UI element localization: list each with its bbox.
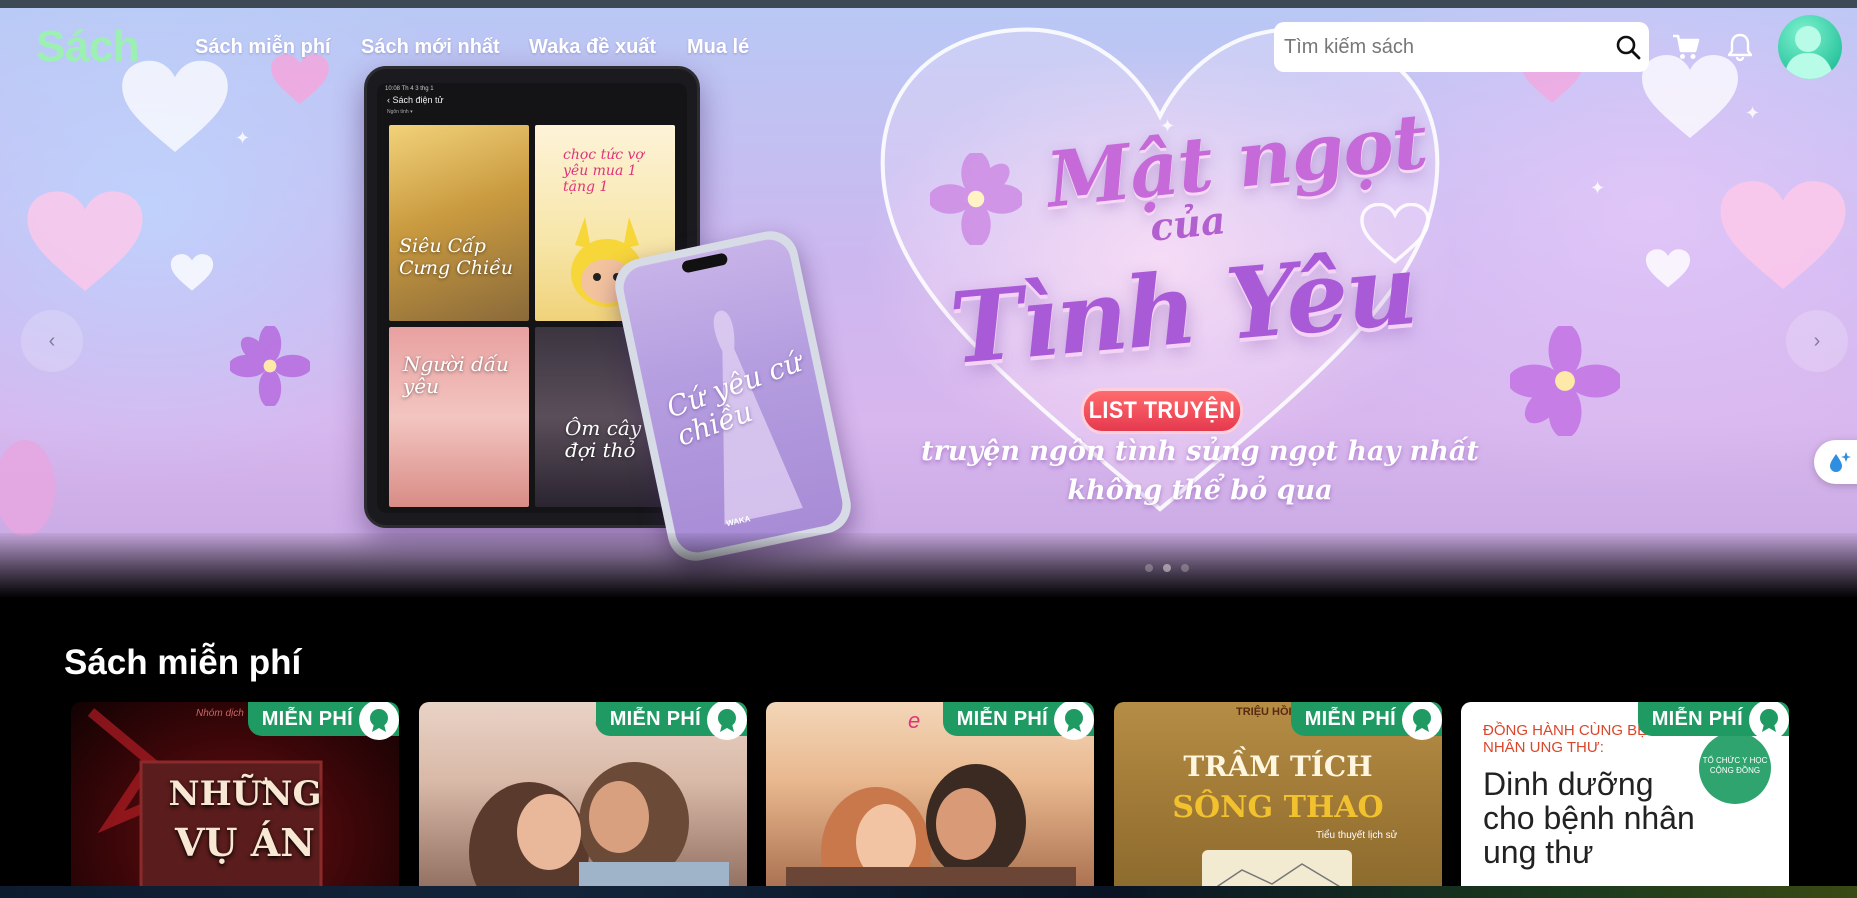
book-cover-title: SÔNG THAO <box>1172 790 1384 825</box>
carousel-dot[interactable] <box>1181 564 1189 572</box>
banner-next-button[interactable]: › <box>1786 310 1848 372</box>
book-card[interactable]: Nhóm dịch NHỮNG VỤ ÁN MIỄN PHÍ <box>71 702 399 898</box>
book-cover-seal-text: TỔ CHỨC Y HỌC CỘNG ĐỒNG <box>1702 756 1768 775</box>
carousel-dot[interactable] <box>1163 564 1171 572</box>
sparkle-decoration: ✦ <box>1590 178 1606 198</box>
site-logo[interactable]: Sách <box>36 22 140 72</box>
book-cover-subtitle: Tiểu thuyết lịch sử <box>1316 830 1398 841</box>
chevron-left-icon: ‹ <box>48 330 56 352</box>
nav-link-buy[interactable]: Mua lé <box>687 36 749 59</box>
book-card[interactable]: TRIỆU HỒI TRẦM TÍCH SÔNG THAO Tiểu thuyế… <box>1114 702 1442 898</box>
user-icon <box>1784 26 1834 79</box>
badge-icon <box>707 702 747 740</box>
carousel-dot[interactable] <box>1145 564 1153 572</box>
badge-icon <box>359 702 399 740</box>
banner-prev-button[interactable]: ‹ <box>21 310 83 372</box>
award-icon <box>1760 709 1778 732</box>
free-badge: MIỄN PHÍ <box>595 702 747 740</box>
heart-decoration <box>271 54 329 104</box>
award-icon <box>370 709 388 732</box>
petal-decoration <box>0 440 55 536</box>
tablet-book-title: Siêu Cấp Cưng Chiều <box>399 235 513 279</box>
badge-icon <box>1749 702 1789 740</box>
flower-decoration <box>1510 326 1620 436</box>
banner-bottom-fade <box>0 533 1857 598</box>
tablet-header-title: Sách điện tử <box>392 95 444 105</box>
heart-decoration <box>1642 55 1738 138</box>
award-icon <box>718 709 736 732</box>
book-card[interactable]: e MIỄN PHÍ <box>419 702 747 898</box>
tablet-header: ‹ Sách điện tử <box>387 95 444 105</box>
search-icon[interactable] <box>1615 34 1641 60</box>
search-input[interactable] <box>1284 32 1594 62</box>
cart-icon[interactable] <box>1672 33 1700 61</box>
tablet-status-bar: 10:08 Th 4 3 thg 1 <box>385 86 434 92</box>
sparkle-decoration: ✦ <box>1745 103 1761 123</box>
book-cover-title: NHỮNG <box>168 774 322 814</box>
badge-icon <box>1402 702 1442 740</box>
chevron-right-icon: › <box>1813 330 1821 352</box>
phone-notch <box>680 252 729 274</box>
flower-decoration <box>930 153 1022 245</box>
carousel-dots[interactable] <box>1145 564 1189 572</box>
banner-tagline-line2: không thể bỏ qua <box>1067 475 1333 506</box>
flower-decoration <box>230 326 310 406</box>
sparkle-decoration: ✦ <box>235 128 251 148</box>
list-truyen-button[interactable]: LIST TRUYỆN <box>1081 388 1243 434</box>
water-drop-icon <box>1830 452 1851 472</box>
free-badge: MIỄN PHÍ <box>1290 702 1442 740</box>
book-card[interactable]: e MIỄN PHÍ <box>766 702 1094 898</box>
book-cover-seal: TỔ CHỨC Y HỌC CỘNG ĐỒNG <box>1699 732 1771 804</box>
section-title-free-books: Sách miễn phí <box>64 643 302 682</box>
heart-decoration <box>122 60 228 153</box>
tablet-book-title: chọc tức vợ yêu mua 1 tặng 1 <box>563 147 644 195</box>
book-card[interactable]: ĐỒNG HÀNH CÙNG BỆNH NHÂN UNG THƯ: TỔ CHỨ… <box>1461 702 1789 898</box>
taskbar-strip <box>0 886 1857 898</box>
banner-tagline-line1: truyện ngôn tình sủng ngọt hay nhất <box>921 436 1479 467</box>
user-avatar[interactable] <box>1778 15 1842 79</box>
hero-banner[interactable]: ✦ ✦ ✦ ✦ 10:08 Th 4 3 thg 1 ‹ Sách điện t… <box>0 8 1857 598</box>
tablet-filter: Ngôn tình ▾ <box>387 109 413 115</box>
book-cover-author: TRIỆU HỒI <box>1236 706 1292 718</box>
book-cover-title: cho bệnh nhân <box>1483 800 1695 836</box>
tablet-book-cover: Người dấu yêu <box>389 327 529 507</box>
book-cover-small: Nhóm dịch <box>196 708 244 719</box>
floating-widget-button[interactable] <box>1814 440 1857 484</box>
book-cover-title: TRẦM TÍCH <box>1183 750 1373 783</box>
bell-icon[interactable] <box>1726 32 1754 62</box>
free-badge: MIỄN PHÍ <box>942 702 1094 740</box>
heart-decoration <box>27 191 143 291</box>
nav-link-new-books[interactable]: Sách mới nhất <box>361 36 500 59</box>
tablet-book-cover: Siêu Cấp Cưng Chiều <box>389 125 529 321</box>
tablet-book-title: Người dấu yêu <box>403 352 509 398</box>
heart-decoration <box>1720 181 1846 289</box>
heart-decoration <box>1645 249 1691 288</box>
book-cover-brand: e <box>908 708 921 733</box>
book-cover-title: Dinh dưỡng <box>1483 766 1654 802</box>
window-top-strip <box>0 0 1857 8</box>
book-cover-title: VỤ ÁN <box>174 820 316 865</box>
nav-link-free-books[interactable]: Sách miễn phí <box>195 36 331 59</box>
banner-headline-line2: của <box>1147 197 1228 250</box>
search-bar[interactable] <box>1274 22 1649 72</box>
nav-link-waka-recommended[interactable]: Waka đề xuất <box>529 36 656 59</box>
award-icon <box>1413 709 1431 732</box>
book-cover-title: ung thư <box>1483 834 1594 870</box>
badge-icon <box>1054 702 1094 740</box>
award-icon <box>1065 709 1083 732</box>
free-badge: MIỄN PHÍ <box>1637 702 1789 740</box>
heart-decoration <box>170 254 214 291</box>
free-badge: MIỄN PHÍ <box>247 702 399 740</box>
